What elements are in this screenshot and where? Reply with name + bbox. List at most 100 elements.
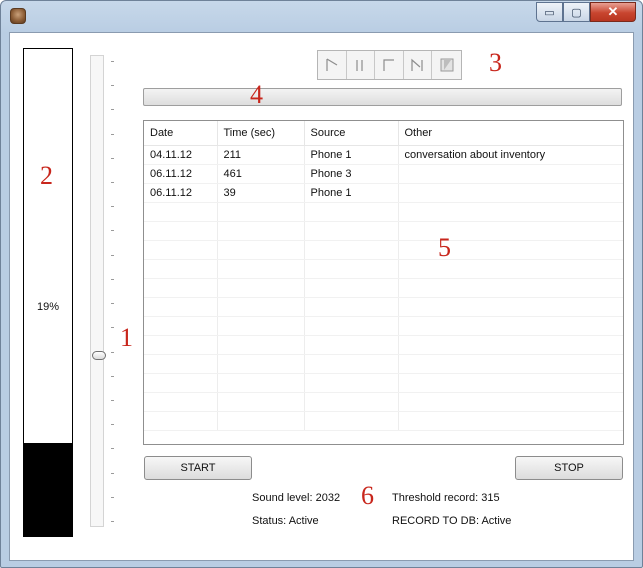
pause-button[interactable] (347, 51, 376, 79)
table-cell (304, 278, 399, 298)
table-cell (144, 259, 218, 279)
table-cell (398, 335, 623, 355)
slider-tick (111, 327, 114, 328)
rewind-button[interactable] (432, 51, 461, 79)
column-header[interactable]: Other (398, 121, 623, 146)
slider-tick (111, 206, 114, 207)
table-cell (217, 297, 305, 317)
table-row[interactable] (144, 316, 623, 336)
slider-tick (111, 376, 114, 377)
table-cell: Phone 3 (304, 164, 399, 184)
stop-button-icon[interactable] (375, 51, 404, 79)
slider-tick (111, 109, 114, 110)
table-cell (217, 373, 305, 393)
app-window: ▭ ▢ ✕ 19% Date Time (sec) Source Other 0… (0, 0, 643, 568)
threshold-record-text: Threshold record: 315 (392, 492, 500, 504)
table-header-row: Date Time (sec) Source Other (144, 121, 623, 146)
caption-buttons: ▭ ▢ ✕ (536, 2, 636, 22)
column-header[interactable]: Source (304, 121, 399, 146)
table-cell (144, 392, 218, 412)
sound-level-text: Sound level: 2032 (252, 492, 341, 504)
table-cell: conversation about inventory (398, 145, 623, 165)
table-cell (304, 373, 399, 393)
table-row[interactable] (144, 335, 623, 355)
table-row[interactable] (144, 240, 623, 260)
slider-tick (111, 473, 114, 474)
skip-button[interactable] (404, 51, 433, 79)
annotation-1: 1 (120, 323, 133, 352)
table-cell (217, 335, 305, 355)
table-cell (217, 240, 305, 260)
slider-tick (111, 448, 114, 449)
slider-tick (111, 303, 114, 304)
table-cell (217, 392, 305, 412)
column-header[interactable]: Date (144, 121, 218, 146)
recordings-table[interactable]: Date Time (sec) Source Other 04.11.12 211… (143, 120, 624, 445)
slider-tick (111, 134, 114, 135)
table-cell: 06.11.12 (144, 164, 218, 184)
table-cell: 39 (217, 183, 305, 203)
table-row[interactable] (144, 411, 623, 431)
table-row[interactable] (144, 278, 623, 298)
close-button[interactable]: ✕ (590, 2, 636, 22)
column-header[interactable]: Time (sec) (217, 121, 305, 146)
slider-tick (111, 352, 114, 353)
stop-button[interactable]: STOP (515, 456, 623, 480)
start-button[interactable]: START (144, 456, 252, 480)
table-cell (398, 373, 623, 393)
threshold-slider[interactable] (89, 55, 114, 527)
table-cell (217, 316, 305, 336)
title-bar[interactable]: ▭ ▢ ✕ (1, 1, 642, 31)
maximize-button[interactable]: ▢ (563, 2, 590, 22)
table-cell (398, 392, 623, 412)
table-cell (144, 316, 218, 336)
minimize-button[interactable]: ▭ (536, 2, 563, 22)
table-cell (144, 202, 218, 222)
table-row[interactable]: 06.11.12 39 Phone 1 (144, 183, 623, 203)
table-row[interactable] (144, 202, 623, 222)
table-cell (304, 354, 399, 374)
table-row[interactable] (144, 392, 623, 412)
table-cell (217, 202, 305, 222)
table-row[interactable] (144, 297, 623, 317)
slider-tick (111, 400, 114, 401)
table-cell (304, 411, 399, 431)
annotation-4: 4 (250, 80, 263, 109)
pause-icon (356, 60, 364, 71)
table-cell (144, 373, 218, 393)
table-row[interactable]: 06.11.12 461 Phone 3 (144, 164, 623, 184)
play-button[interactable] (318, 51, 347, 79)
table-row[interactable] (144, 354, 623, 374)
annotation-3: 3 (489, 48, 502, 77)
table-cell: 211 (217, 145, 305, 165)
table-cell (144, 221, 218, 241)
table-row[interactable] (144, 259, 623, 279)
slider-tick (111, 497, 114, 498)
table-cell (217, 221, 305, 241)
status-text: Status: Active (252, 515, 319, 527)
slider-thumb[interactable] (92, 351, 106, 360)
slider-track[interactable] (90, 55, 104, 527)
table-cell: 04.11.12 (144, 145, 218, 165)
table-cell (304, 297, 399, 317)
sound-level-percent: 19% (36, 301, 60, 313)
annotation-2: 2 (40, 161, 53, 190)
table-row[interactable] (144, 221, 623, 241)
slider-tick (111, 279, 114, 280)
table-cell (304, 202, 399, 222)
slider-tick (111, 255, 114, 256)
sound-level-fill (24, 443, 72, 536)
skip-icon (411, 58, 423, 71)
table-cell (398, 278, 623, 298)
slider-tick (111, 158, 114, 159)
table-row[interactable] (144, 373, 623, 393)
playback-progress-bar[interactable] (143, 88, 622, 106)
annotation-6: 6 (361, 481, 374, 510)
table-row[interactable]: 04.11.12 211 Phone 1 conversation about inv… (144, 145, 623, 165)
table-cell (217, 411, 305, 431)
table-cell (144, 297, 218, 317)
table-cell (398, 183, 623, 203)
table-cell (217, 259, 305, 279)
slider-tick (111, 424, 114, 425)
table-cell (398, 202, 623, 222)
